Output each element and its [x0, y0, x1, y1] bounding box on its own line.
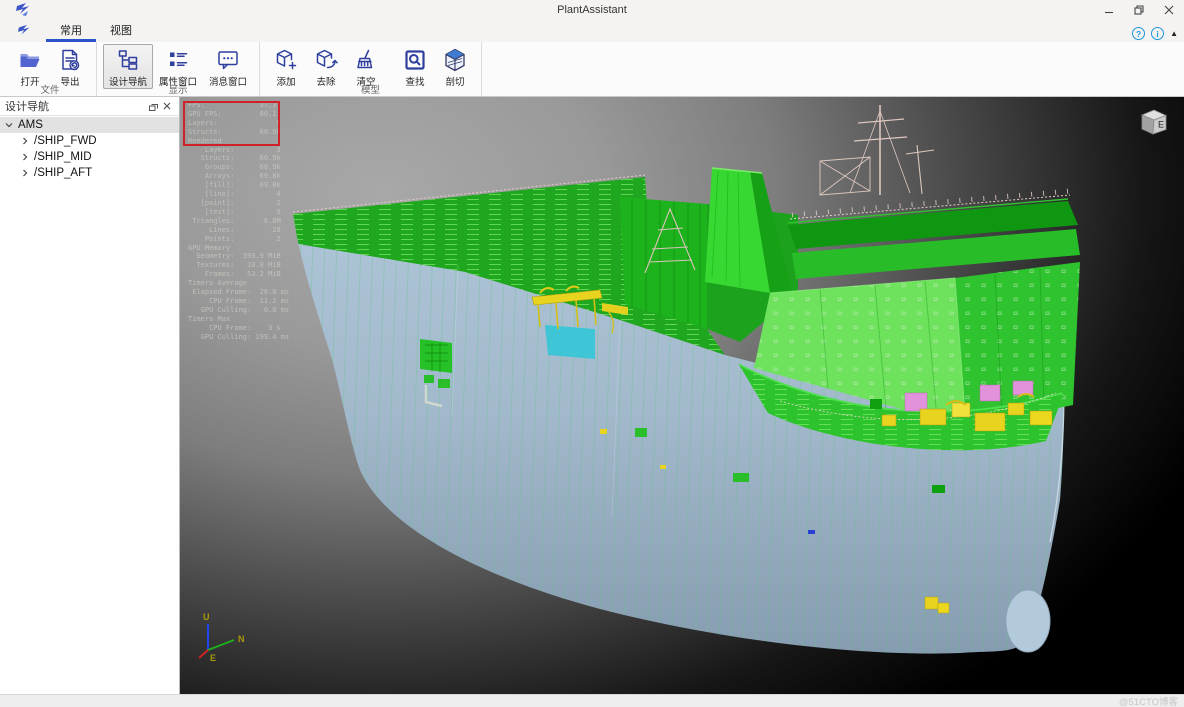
chevron-right-icon[interactable]	[20, 136, 30, 146]
clear-broom-icon	[354, 48, 378, 72]
float-panel-icon[interactable]	[146, 99, 160, 113]
close-panel-icon[interactable]	[160, 99, 174, 113]
tree-item-ship-aft[interactable]: /SHIP_AFT	[0, 165, 179, 181]
help-button[interactable]: ?	[1132, 27, 1145, 40]
axis-up-label: U	[203, 612, 210, 622]
group-label-display: 显示	[97, 82, 259, 96]
ribbon-group-file: 打开 导出 文件	[4, 42, 97, 96]
restore-button[interactable]	[1124, 0, 1154, 20]
add-cube-icon	[274, 48, 298, 72]
status-bar: @51CTO博客	[0, 694, 1184, 707]
group-label-file: 文件	[4, 82, 96, 96]
ribbon: 打开 导出 文件 设计导航	[0, 42, 1184, 97]
highlight-rectangle	[183, 101, 280, 146]
minimize-button[interactable]	[1094, 0, 1124, 20]
chevron-down-icon[interactable]	[4, 120, 14, 130]
mast-wireframe	[820, 105, 934, 195]
tree-item-ship-fwd[interactable]: /SHIP_FWD	[0, 133, 179, 149]
ribbon-group-display: 设计导航 属性窗口 消息窗口 显示	[97, 42, 260, 96]
design-nav-tree-icon	[116, 48, 140, 72]
design-nav-panel: 设计导航 AMS /SHIP_FWD /SHIP_MID	[0, 97, 180, 694]
panel-title: 设计导航	[5, 98, 146, 114]
info-button[interactable]: i	[1151, 27, 1164, 40]
watermark: @51CTO博客	[1119, 694, 1178, 707]
tab-view[interactable]: 视图	[96, 19, 146, 42]
window-title: PlantAssistant	[0, 4, 1184, 16]
ribbon-tab-row: 常用 视图 ? i ▲	[0, 20, 1184, 42]
chevron-right-icon[interactable]	[20, 168, 30, 178]
tree-item-ship-mid[interactable]: /SHIP_MID	[0, 149, 179, 165]
remove-cube-icon	[314, 48, 338, 72]
tab-common[interactable]: 常用	[46, 19, 96, 42]
group-label-model: 模型	[260, 82, 481, 96]
orientation-axes: U N E	[190, 608, 254, 668]
ribbon-group-model: 添加 去除 清空 查找	[260, 42, 482, 96]
title-bar: PlantAssistant	[0, 0, 1184, 20]
design-nav-panel-header: 设计导航	[0, 97, 179, 116]
navigation-cube[interactable]: E	[1136, 106, 1172, 142]
tree-item-root[interactable]: AMS	[0, 117, 179, 133]
property-list-icon	[166, 48, 190, 72]
export-document-icon	[58, 48, 82, 72]
3d-viewport[interactable]: FPS: 37.3 GPU FPS: 80.1 Layers: 5 Struct…	[180, 97, 1184, 694]
axis-east-label: E	[210, 653, 216, 663]
design-nav-tree: AMS /SHIP_FWD /SHIP_MID /SHIP_AFT	[0, 116, 179, 181]
close-button[interactable]	[1154, 0, 1184, 20]
chevron-right-icon[interactable]	[20, 152, 30, 162]
app-logo-small-icon[interactable]	[16, 24, 38, 40]
message-bubble-icon	[216, 48, 240, 72]
find-magnifier-icon	[403, 48, 427, 72]
nav-cube-face-label: E	[1158, 120, 1164, 130]
collapse-ribbon-icon[interactable]: ▲	[1170, 29, 1178, 39]
open-folder-icon	[18, 48, 42, 72]
bulbous-bow	[1006, 590, 1050, 652]
section-cut-icon	[443, 48, 467, 72]
axis-north-label: N	[238, 634, 245, 644]
ship-3d-model[interactable]	[180, 97, 1184, 694]
